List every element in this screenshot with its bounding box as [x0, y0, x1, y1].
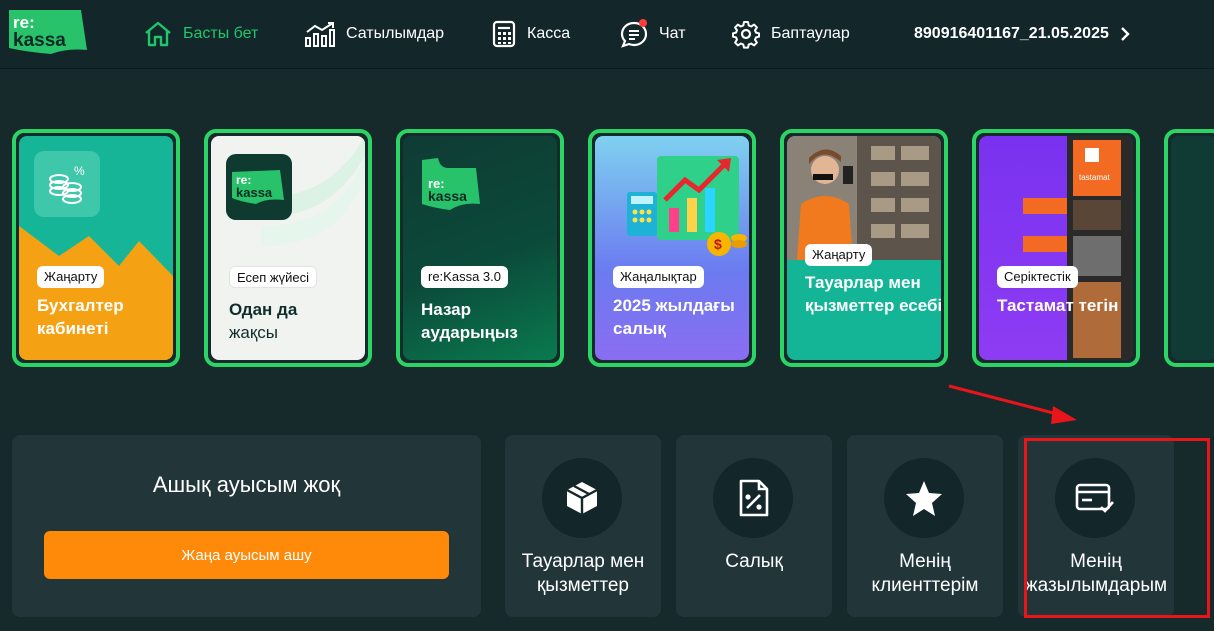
tile-label: Тауарлар мен қызметтер [521, 551, 645, 596]
card-title: Одан да жақсы [229, 298, 365, 344]
story-card-rekassa-3[interactable]: re: kassa re:Kassa 3.0 Назар аударыңыз [396, 129, 564, 367]
tile-icon-circle [542, 458, 622, 538]
card-badge: Серіктестік [997, 266, 1078, 288]
coins-icon: % [34, 151, 100, 217]
star-icon [906, 481, 942, 516]
tile-label: Менің клиенттерім [871, 551, 979, 596]
warehouse-photo [787, 136, 941, 260]
nav-cash[interactable]: Касса [491, 17, 570, 51]
story-card-tax-2025[interactable]: $ Жаңалықтар 2025 жылдағы салық [588, 129, 756, 367]
account-selector[interactable]: 890916401167_21.05.2025 [914, 17, 1131, 51]
card-title: Тауарлар мен қызметтер есебі [805, 273, 941, 315]
no-open-shift-text: Ашық ауысым жоқ [152, 472, 341, 497]
tile-label: Салық [725, 551, 783, 572]
nav-chat[interactable]: Чат [619, 17, 686, 51]
nav-cash-label: Касса [527, 25, 571, 42]
nav-sales-label: Сатылымдар [346, 25, 445, 42]
parcel-locker-illustration: tastamat [1023, 136, 1133, 360]
svg-text:$: $ [714, 236, 722, 252]
home-icon [145, 21, 171, 47]
red-annotation-arrow [948, 384, 1077, 424]
account-id: 890916401167_21.05.2025 [914, 25, 1109, 42]
open-new-shift-button[interactable]: Жаңа ауысым ашу [44, 531, 449, 579]
nav-home-label: Басты бет [183, 25, 259, 42]
story-card-partial[interactable] [1164, 129, 1214, 367]
top-navigation-bar: re: kassa Басты бет Сатылымдар Касса Чат… [0, 0, 1214, 69]
card-title: Бухгалтер кабинеті [37, 296, 124, 338]
chat-notification-dot [639, 19, 647, 27]
card-subtitle: жақсы [229, 323, 278, 342]
rekassa-logo[interactable]: re: kassa [7, 8, 87, 56]
tile-tax[interactable]: Салық [676, 435, 832, 617]
card-badge: Жаңарту [805, 244, 873, 266]
nav-sales[interactable]: Сатылымдар [304, 17, 444, 51]
story-card-tastamat[interactable]: tastamat Серіктестік Тастамат тегін [972, 129, 1140, 367]
nav-settings[interactable]: Баптаулар [731, 17, 850, 51]
nav-settings-label: Баптаулар [771, 25, 850, 42]
story-card-accounting-system[interactable]: re: kassa Есеп жүйесі Одан да жақсы [204, 129, 372, 367]
tile-icon-circle [1055, 458, 1135, 538]
tax-illustration-icon: $ [627, 156, 747, 256]
calculator-icon [492, 20, 516, 48]
subscription-card-icon [1075, 483, 1114, 513]
shift-panel: Ашық ауысым жоқ Жаңа ауысым ашу [12, 435, 481, 617]
svg-text:kassa: kassa [13, 30, 66, 51]
tax-document-icon [739, 479, 769, 517]
tile-icon-circle [884, 458, 964, 538]
story-card-goods-accounting[interactable]: Жаңарту Тауарлар мен қызметтер есебі [780, 129, 948, 367]
card-badge: Есеп жүйесі [229, 266, 317, 288]
rekassa-logo-badge: re: kassa [418, 154, 484, 220]
sales-chart-icon [305, 22, 335, 47]
svg-text:kassa: kassa [236, 185, 273, 200]
card-badge: Жаңарту [37, 266, 105, 288]
chevron-right-icon [1121, 27, 1130, 41]
svg-text:%: % [74, 164, 85, 178]
card-title-line: Одан да [229, 300, 298, 319]
story-card-accountant[interactable]: % Жаңарту Бухгалтер кабинеті [12, 129, 180, 367]
svg-text:kassa: kassa [428, 188, 467, 204]
tile-my-clients[interactable]: Менің клиенттерім [847, 435, 1003, 617]
nav-home[interactable]: Басты бет [143, 17, 258, 51]
rekassa-app-icon: re: kassa [226, 154, 292, 220]
tile-goods-services[interactable]: Тауарлар мен қызметтер [505, 435, 661, 617]
gear-icon [732, 21, 760, 49]
card-title: Тастамат тегін [997, 296, 1119, 315]
card-title: 2025 жылдағы салық [613, 296, 735, 338]
card-badge: re:Kassa 3.0 [421, 266, 508, 288]
box-icon [566, 482, 598, 514]
svg-text:tastamat: tastamat [1079, 173, 1110, 182]
tile-icon-circle [713, 458, 793, 538]
nav-chat-label: Чат [659, 25, 686, 42]
card-badge: Жаңалықтар [613, 266, 704, 288]
tile-my-subscriptions[interactable]: Менің жазылымдарым [1018, 435, 1174, 617]
card-title: Назар аударыңыз [421, 300, 518, 342]
tile-label: Менің жазылымдарым [1024, 551, 1168, 596]
